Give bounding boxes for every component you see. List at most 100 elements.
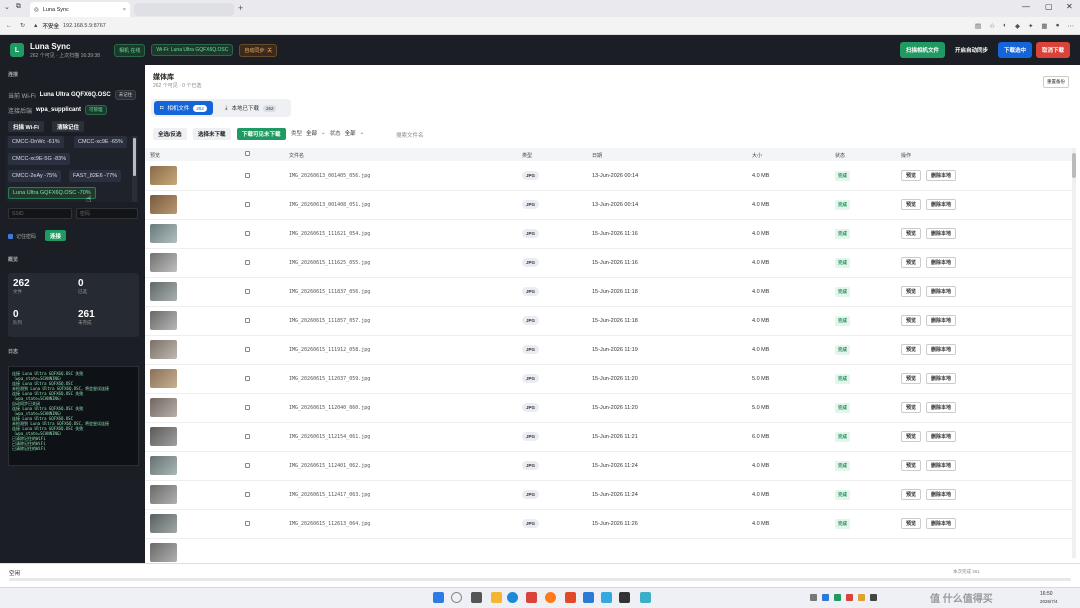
table-row[interactable]: IMG_20260615_112417_063.jpg JPG 15-Jun-202… <box>145 481 1073 510</box>
preview-button[interactable]: 预览 <box>901 518 922 529</box>
thumbnail-image[interactable] <box>150 369 177 388</box>
address-bar[interactable]: ▲ 不安全 192.168.5.9:8767 <box>33 22 106 30</box>
new-tab-icon[interactable]: + <box>238 3 243 13</box>
delete-local-button[interactable]: 删除本地 <box>926 402 957 413</box>
firefox-icon[interactable] <box>545 592 556 603</box>
delete-local-button[interactable]: 删除本地 <box>926 286 957 297</box>
table-row[interactable] <box>145 539 1073 563</box>
profile-icon[interactable]: ● <box>1056 22 1060 30</box>
row-checkbox[interactable] <box>245 434 250 439</box>
store-icon[interactable] <box>583 592 594 603</box>
wifi-list-scrollbar[interactable] <box>132 136 137 202</box>
table-row[interactable]: IMG_20260615_112401_062.jpg JPG 15-Jun-202… <box>145 452 1073 481</box>
preview-button[interactable]: 预览 <box>901 257 922 268</box>
cancel-download-button[interactable]: 取消下载 <box>1035 42 1070 58</box>
row-checkbox[interactable] <box>245 173 250 178</box>
select-all-checkbox[interactable] <box>245 151 250 156</box>
tray-icon[interactable] <box>846 594 853 601</box>
tab-copy-icon[interactable]: ⧉ <box>16 3 21 11</box>
table-row[interactable]: IMG_20260613_001405_056.jpg JPG 13-Jun-202… <box>145 162 1073 191</box>
ssid-input[interactable]: SSID <box>8 208 72 219</box>
maximize-icon[interactable]: ▢ <box>1045 2 1053 11</box>
wifi-network-item[interactable]: CMCC-2eAy -75% <box>8 170 62 182</box>
download-visible-button[interactable]: 下载可见未下载 <box>237 128 286 140</box>
forget-wifi-button[interactable]: 清除记住 <box>52 121 85 132</box>
thumbnail-image[interactable] <box>150 224 177 243</box>
mail-icon[interactable] <box>601 592 612 603</box>
wifi-network-item[interactable]: CMCC-xc9E -65% <box>74 136 127 148</box>
delete-local-button[interactable]: 删除本地 <box>926 228 957 239</box>
tab-actions-icon[interactable]: ⌄ <box>4 3 10 11</box>
extension-icon[interactable]: ◐ <box>1003 22 1007 30</box>
search-input[interactable]: 搜索文件名 <box>396 131 424 139</box>
brave-icon[interactable] <box>565 592 576 603</box>
explorer-icon[interactable] <box>491 592 502 603</box>
connect-button[interactable]: 连接 <box>45 230 67 241</box>
reader-icon[interactable]: ▤ <box>975 22 981 30</box>
table-row[interactable]: IMG_20260615_112613_064.jpg JPG 15-Jun-202… <box>145 510 1073 539</box>
shield-icon[interactable]: ◆ <box>1015 22 1020 30</box>
table-row[interactable]: IMG_20260615_111625_055.jpg JPG 15-Jun-202… <box>145 249 1073 278</box>
delete-local-button[interactable]: 删除本地 <box>926 170 957 181</box>
start-icon[interactable] <box>433 592 444 603</box>
delete-local-button[interactable]: 删除本地 <box>926 315 957 326</box>
wifi-network-item[interactable]: CMCC-DnWc -61% <box>8 136 64 148</box>
table-row[interactable]: IMG_20260615_112037_059.jpg JPG 15-Jun-202… <box>145 365 1073 394</box>
table-row[interactable]: IMG_20260615_111857_057.jpg JPG 15-Jun-202… <box>145 307 1073 336</box>
tab-local-downloads[interactable]: ⤓ 本地已下载 262 <box>219 101 282 115</box>
terminal-icon[interactable] <box>619 592 630 603</box>
delete-local-button[interactable]: 删除本地 <box>926 431 957 442</box>
chevron-down-icon[interactable]: ⌄ <box>360 130 365 136</box>
preview-button[interactable]: 预览 <box>901 402 922 413</box>
table-scrollbar[interactable] <box>1072 148 1076 558</box>
row-checkbox[interactable] <box>245 318 250 323</box>
table-row[interactable]: IMG_20260613_001408_051.jpg JPG 13-Jun-202… <box>145 191 1073 220</box>
thumbnail-image[interactable] <box>150 456 177 475</box>
edge-icon[interactable] <box>507 592 518 603</box>
tab-active[interactable]: ◎ Luna Sync × <box>30 2 130 17</box>
delete-local-button[interactable]: 删除本地 <box>926 518 957 529</box>
table-row[interactable]: IMG_20260615_111837_056.jpg JPG 15-Jun-202… <box>145 278 1073 307</box>
preview-button[interactable]: 预览 <box>901 228 922 239</box>
thumbnail-image[interactable] <box>150 166 177 185</box>
tab-close-icon[interactable]: × <box>123 7 126 13</box>
remember-checkbox[interactable] <box>8 234 13 239</box>
minimize-icon[interactable]: — <box>1022 2 1030 11</box>
wifi-network-list[interactable]: CMCC-DnWc -61% CMCC-xc9E -65% CMCC-xc9E-… <box>6 136 139 204</box>
thumbnail-image[interactable] <box>150 485 177 504</box>
tab-inactive[interactable] <box>134 3 234 16</box>
delete-local-button[interactable]: 删除本地 <box>926 257 957 268</box>
close-window-icon[interactable]: ✕ <box>1066 2 1073 11</box>
row-checkbox[interactable] <box>245 405 250 410</box>
taskview-icon[interactable] <box>471 592 482 603</box>
tab-camera-files[interactable]: ◘ 相机文件 262 <box>154 101 213 115</box>
preview-button[interactable]: 预览 <box>901 170 922 181</box>
row-checkbox[interactable] <box>245 289 250 294</box>
thumbnail-image[interactable] <box>150 543 177 562</box>
thumbnail-image[interactable] <box>150 398 177 417</box>
thumbnail-image[interactable] <box>150 311 177 330</box>
preview-button[interactable]: 预览 <box>901 286 922 297</box>
thumbnail-image[interactable] <box>150 253 177 272</box>
table-row[interactable]: IMG_20260615_111912_058.jpg JPG 15-Jun-202… <box>145 336 1073 365</box>
tray-icon[interactable] <box>834 594 841 601</box>
wifi-network-item[interactable]: FAST_82E6 -77% <box>69 170 122 182</box>
preview-button[interactable]: 预览 <box>901 373 922 384</box>
autosync-button[interactable]: 开启自动同步 <box>948 42 994 58</box>
app-icon[interactable] <box>526 592 537 603</box>
row-checkbox[interactable] <box>245 231 250 236</box>
log-panel[interactable]: 连接 Luna Ultra GQFX6Q.OSC 失败 （wpa_state=SC… <box>8 366 139 466</box>
tray-icon[interactable] <box>870 594 877 601</box>
download-selected-button[interactable]: 下载选中 <box>997 42 1032 58</box>
tray-icon[interactable] <box>810 594 817 601</box>
preview-button[interactable]: 预览 <box>901 431 922 442</box>
puzzle-icon[interactable]: ✦ <box>1028 22 1033 30</box>
status-filter-select[interactable]: 全部 <box>345 129 356 137</box>
type-filter-select[interactable]: 全部 <box>306 129 317 137</box>
row-checkbox[interactable] <box>245 347 250 352</box>
url-text[interactable]: 192.168.5.9:8767 <box>63 23 106 29</box>
back-icon[interactable]: ← <box>6 23 12 29</box>
row-checkbox[interactable] <box>245 260 250 265</box>
more-icon[interactable]: ⋯ <box>1068 22 1075 30</box>
search-icon[interactable] <box>451 592 462 603</box>
